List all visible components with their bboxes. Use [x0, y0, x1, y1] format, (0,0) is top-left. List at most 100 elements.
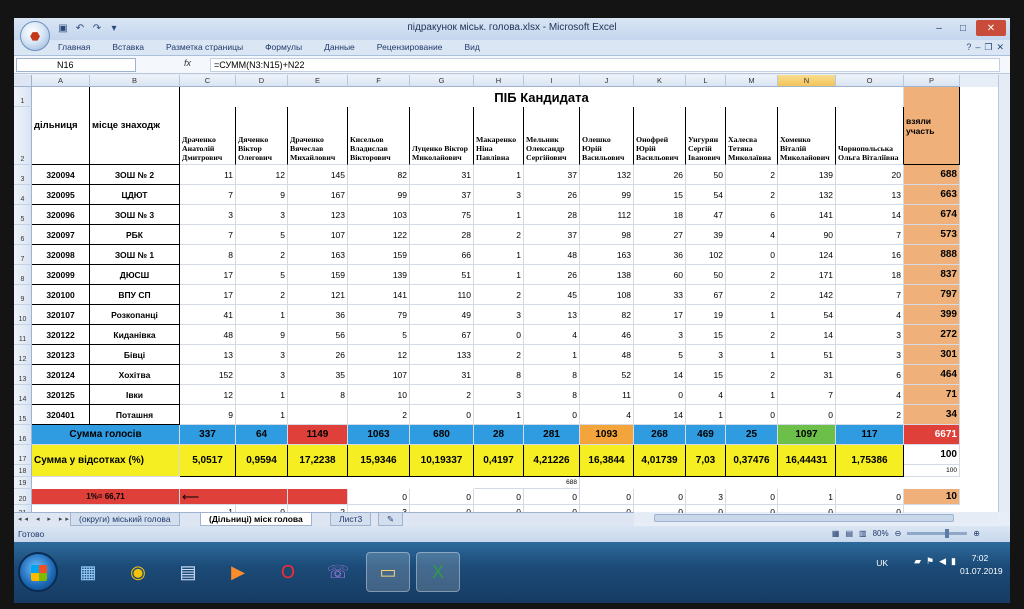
minimize-button[interactable]: –	[928, 20, 950, 36]
column-header-a[interactable]: A	[32, 75, 90, 87]
horizontal-scrollbar[interactable]	[634, 513, 998, 523]
sum-value[interactable]: 28	[474, 425, 524, 445]
vote-count[interactable]: 7	[836, 285, 904, 305]
row-header-16[interactable]: 16	[14, 425, 32, 445]
vote-count[interactable]: 99	[580, 185, 634, 205]
vote-count[interactable]: 41	[180, 305, 236, 325]
candidate-name[interactable]: Чорнопольська Ольга Віталіївна	[836, 107, 904, 165]
turnout-value[interactable]: 301	[904, 345, 960, 365]
vote-count[interactable]: 4	[580, 405, 634, 425]
vote-count[interactable]: 13	[180, 345, 236, 365]
vertical-scrollbar[interactable]	[998, 75, 1010, 512]
candidate-name[interactable]: Хоменко Віталій Миколайович	[778, 107, 836, 165]
location-name[interactable]: ДЮСШ	[90, 265, 180, 285]
excel-icon[interactable]: X	[416, 552, 460, 592]
vote-count[interactable]: 1	[726, 385, 778, 405]
vote-count[interactable]	[288, 405, 348, 425]
vote-count[interactable]: 48	[180, 325, 236, 345]
row-header-7[interactable]: 7	[14, 245, 32, 265]
candidate-name[interactable]: Олешко Юрій Васильович	[580, 107, 634, 165]
vote-count[interactable]: 2	[474, 285, 524, 305]
row20-value[interactable]: 0	[726, 489, 778, 505]
vote-count[interactable]: 14	[836, 205, 904, 225]
vote-count[interactable]: 37	[410, 185, 474, 205]
minimize-ribbon-icon[interactable]: –	[975, 42, 980, 53]
vote-count[interactable]: 8	[474, 365, 524, 385]
vote-count[interactable]: 1	[474, 405, 524, 425]
vote-count[interactable]: 139	[348, 265, 410, 285]
row-header-5[interactable]: 5	[14, 205, 32, 225]
vote-count[interactable]: 31	[410, 365, 474, 385]
turnout-value[interactable]: 71	[904, 385, 960, 405]
candidate-name[interactable]: Макаренко Ніна Павлівна	[474, 107, 524, 165]
candidate-name[interactable]: Драченко Анатолій Дмитрович	[180, 107, 236, 165]
vote-count[interactable]: 51	[778, 345, 836, 365]
district-id[interactable]: 320094	[32, 165, 90, 185]
sum-value[interactable]: 25	[726, 425, 778, 445]
vote-count[interactable]: 6	[726, 205, 778, 225]
row-header-8[interactable]: 8	[14, 265, 32, 285]
row20-value[interactable]: 3	[686, 489, 726, 505]
vote-count[interactable]: 2	[726, 185, 778, 205]
sum-value[interactable]: 281	[524, 425, 580, 445]
vote-count[interactable]: 12	[348, 345, 410, 365]
vote-count[interactable]: 10	[348, 385, 410, 405]
ribbon-tab[interactable]: Вид	[464, 42, 479, 52]
vote-count[interactable]: 54	[778, 305, 836, 325]
language-indicator[interactable]: UK	[876, 558, 888, 568]
vote-count[interactable]: 60	[634, 265, 686, 285]
r18-total[interactable]: 100	[904, 465, 960, 477]
zoom-in-icon[interactable]: ⊕	[973, 529, 980, 538]
red-bar[interactable]	[288, 489, 348, 505]
pct-value[interactable]: 4,21226	[524, 445, 580, 477]
vote-count[interactable]: 17	[180, 265, 236, 285]
zoom-level[interactable]: 80%	[873, 529, 889, 538]
vote-count[interactable]: 3	[474, 185, 524, 205]
vote-count[interactable]: 45	[524, 285, 580, 305]
vote-count[interactable]: 1	[726, 345, 778, 365]
vote-count[interactable]: 7	[836, 225, 904, 245]
location-name[interactable]: ВПУ СП	[90, 285, 180, 305]
vote-count[interactable]: 159	[288, 265, 348, 285]
vote-count[interactable]: 7	[180, 185, 236, 205]
vote-count[interactable]: 107	[348, 365, 410, 385]
vote-count[interactable]: 19	[686, 305, 726, 325]
vote-count[interactable]: 139	[778, 165, 836, 185]
vote-count[interactable]: 107	[288, 225, 348, 245]
row-header-10[interactable]: 10	[14, 305, 32, 325]
column-header-h[interactable]: H	[474, 75, 524, 87]
district-id[interactable]: 320107	[32, 305, 90, 325]
vote-count[interactable]: 17	[180, 285, 236, 305]
vote-count[interactable]: 167	[288, 185, 348, 205]
district-id[interactable]: 320098	[32, 245, 90, 265]
vote-count[interactable]: 47	[686, 205, 726, 225]
row20-value[interactable]: 0	[580, 489, 634, 505]
vote-count[interactable]: 4	[726, 225, 778, 245]
vote-count[interactable]: 7	[778, 385, 836, 405]
row-header-12[interactable]: 12	[14, 345, 32, 365]
vote-count[interactable]: 56	[288, 325, 348, 345]
location-name[interactable]: ЗОШ № 1	[90, 245, 180, 265]
row20-value[interactable]: 0	[524, 489, 580, 505]
candidate-name[interactable]: Драченко Вячеслав Михайлович	[288, 107, 348, 165]
pct-value[interactable]: 0,9594	[236, 445, 288, 477]
vote-count[interactable]: 79	[348, 305, 410, 325]
insert-sheet-icon[interactable]: ✎	[378, 513, 404, 526]
formula-input[interactable]: =СУММ(N3:N15)+N22	[210, 58, 1000, 72]
vote-count[interactable]: 2	[348, 405, 410, 425]
vote-count[interactable]: 13	[524, 305, 580, 325]
vote-count[interactable]: 26	[634, 165, 686, 185]
turnout-value[interactable]: 888	[904, 245, 960, 265]
view-break-icon[interactable]: ▥	[859, 529, 867, 538]
row-header-11[interactable]: 11	[14, 325, 32, 345]
column-header-c[interactable]: C	[180, 75, 236, 87]
vote-count[interactable]: 51	[410, 265, 474, 285]
vote-count[interactable]: 14	[634, 405, 686, 425]
turnout-value[interactable]: 837	[904, 265, 960, 285]
turnout-value[interactable]: 464	[904, 365, 960, 385]
vote-count[interactable]: 18	[634, 205, 686, 225]
sum-value[interactable]: 469	[686, 425, 726, 445]
sheet-tab[interactable]: (Дільниці) міск голова	[200, 513, 312, 526]
vote-count[interactable]: 37	[524, 225, 580, 245]
vote-count[interactable]: 17	[634, 305, 686, 325]
